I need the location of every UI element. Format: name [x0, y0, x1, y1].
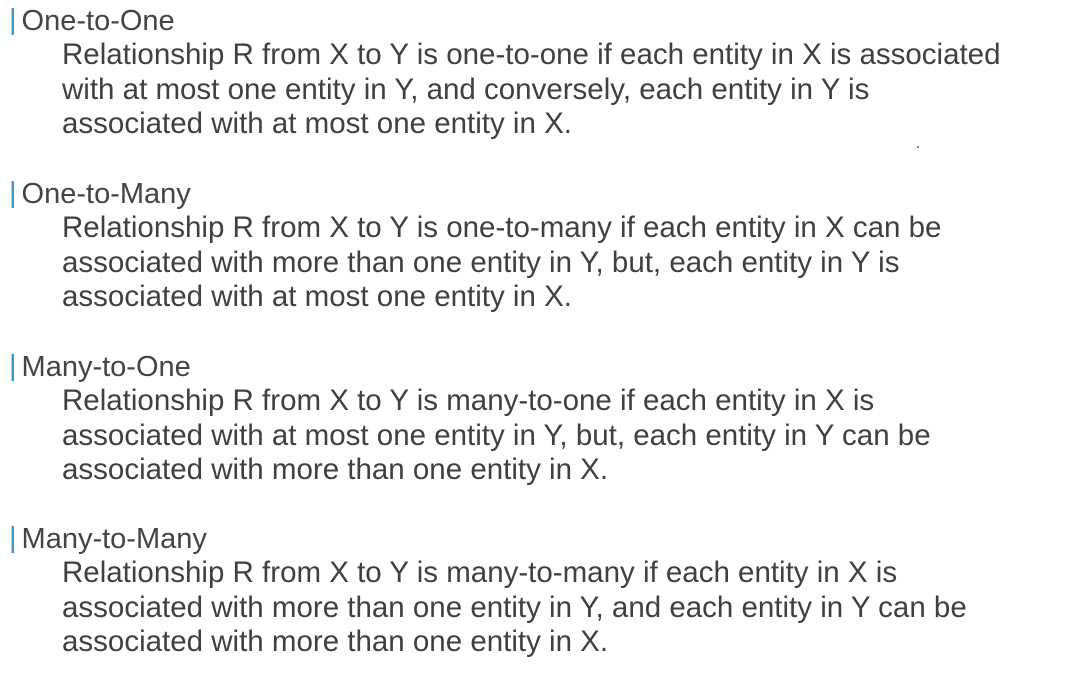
heading-title: Many-to-Many — [21, 523, 207, 555]
section-heading: | Many-to-Many — [9, 522, 1084, 556]
definition-line: associated with more than one entity in … — [62, 625, 609, 659]
section-definition: Relationship R from X to Y is one-to-one… — [62, 38, 1084, 142]
definition-line: Relationship R from X to Y is one-to-one… — [62, 38, 1001, 71]
heading-title: One-to-One — [21, 5, 175, 37]
heading-bar-marker: | — [9, 522, 17, 554]
definition-line: associated with more than one entity in … — [62, 453, 609, 487]
heading-title: One-to-Many — [21, 178, 191, 210]
section-heading: | Many-to-One — [9, 350, 1084, 384]
slide-content: | One-to-One Relationship R from X to Y … — [0, 0, 1087, 688]
definition-line: with at most one entity in Y, and conver… — [62, 72, 870, 106]
heading-bar-marker: | — [9, 4, 17, 36]
section-many-to-many: | Many-to-Many Relationship R from X to … — [9, 522, 1084, 660]
definition-line: Relationship R from X to Y is many-to-on… — [62, 384, 875, 417]
definition-line: associated with at most one entity in X. — [62, 107, 572, 141]
stray-dot — [917, 146, 919, 148]
section-definition: Relationship R from X to Y is many-to-ma… — [62, 556, 1084, 660]
definition-line: associated with more than one entity in … — [62, 245, 900, 279]
section-definition: Relationship R from X to Y is one-to-man… — [62, 211, 1084, 315]
section-one-to-one: | One-to-One Relationship R from X to Y … — [9, 4, 1084, 142]
definition-line: associated with at most one entity in Y,… — [62, 418, 931, 452]
heading-bar-marker: | — [9, 177, 17, 209]
definition-line: associated with at most one entity in X. — [62, 280, 572, 314]
definition-line: Relationship R from X to Y is many-to-ma… — [62, 556, 898, 589]
section-many-to-one: | Many-to-One Relationship R from X to Y… — [9, 350, 1084, 488]
section-definition: Relationship R from X to Y is many-to-on… — [62, 384, 1084, 488]
section-one-to-many: | One-to-Many Relationship R from X to Y… — [9, 177, 1084, 315]
heading-bar-marker: | — [9, 350, 17, 382]
section-heading: | One-to-Many — [9, 177, 1084, 211]
definition-line: associated with more than one entity in … — [62, 590, 967, 624]
definition-line: Relationship R from X to Y is one-to-man… — [62, 211, 942, 244]
heading-title: Many-to-One — [21, 351, 191, 383]
section-heading: | One-to-One — [9, 4, 1084, 38]
